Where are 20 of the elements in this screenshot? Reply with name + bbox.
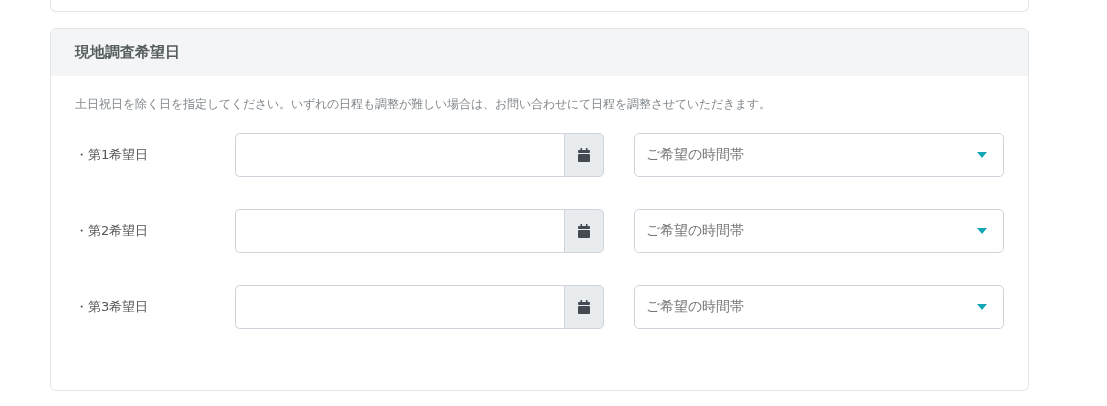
date-input-field[interactable] xyxy=(234,209,565,253)
caret-icon xyxy=(977,304,987,310)
caret-icon xyxy=(977,228,987,234)
calendar-icon xyxy=(578,300,591,314)
time-select[interactable]: ご希望の時間帯 xyxy=(634,133,1004,177)
time-select[interactable]: ご希望の時間帯 xyxy=(634,209,1004,253)
caret-icon xyxy=(977,152,987,158)
section-title: 現地調査希望日 xyxy=(75,43,180,62)
date-input-field[interactable] xyxy=(234,285,565,329)
time-select[interactable]: ご希望の時間帯 xyxy=(634,285,1004,329)
calendar-button[interactable] xyxy=(564,209,605,253)
calendar-icon xyxy=(578,148,591,162)
field-label: ・第1希望日 xyxy=(75,146,150,164)
field-label: ・第2希望日 xyxy=(75,222,150,240)
field-label: ・第3希望日 xyxy=(75,298,150,316)
calendar-icon xyxy=(578,224,591,238)
instruction-text: 土日祝日を除く日を指定してください。いずれの日程も調整が難しい場合は、お問い合わせにて日程を調整させていただきます。 xyxy=(75,96,772,113)
calendar-button[interactable] xyxy=(564,133,605,177)
calendar-button[interactable] xyxy=(564,285,605,329)
date-input-field[interactable] xyxy=(234,133,565,177)
